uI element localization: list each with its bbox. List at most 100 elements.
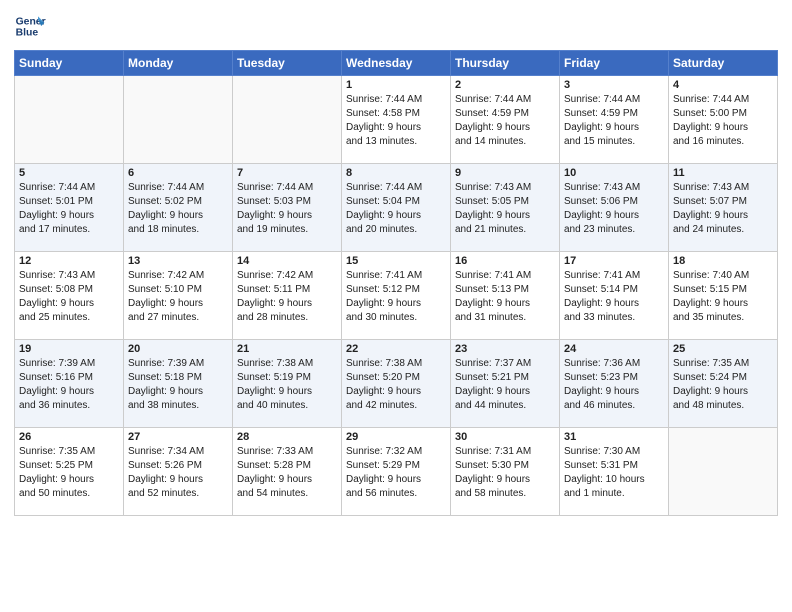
day-number: 24 [564,343,664,355]
calendar-cell: 11 Sunrise: 7:43 AM Sunset: 5:07 PM Dayli… [669,164,778,252]
day-number: 30 [455,431,555,443]
day-number: 22 [346,343,446,355]
day-info: Sunrise: 7:44 AM Sunset: 5:00 PM Dayligh… [673,93,773,149]
calendar-header-wednesday: Wednesday [342,51,451,76]
calendar-header-thursday: Thursday [451,51,560,76]
calendar-header-saturday: Saturday [669,51,778,76]
day-number: 15 [346,255,446,267]
day-number: 18 [673,255,773,267]
day-info: Sunrise: 7:40 AM Sunset: 5:15 PM Dayligh… [673,269,773,325]
calendar: SundayMondayTuesdayWednesdayThursdayFrid… [14,50,778,516]
calendar-cell: 23 Sunrise: 7:37 AM Sunset: 5:21 PM Dayli… [451,340,560,428]
day-info: Sunrise: 7:44 AM Sunset: 4:59 PM Dayligh… [564,93,664,149]
calendar-cell: 25Sunrise: 7:35 AM Sunset: 5:24 PM Dayli… [669,340,778,428]
day-info: Sunrise: 7:44 AM Sunset: 5:03 PM Dayligh… [237,181,337,237]
calendar-week-row: 12 Sunrise: 7:43 AM Sunset: 5:08 PM Dayli… [15,252,778,340]
day-info: Sunrise: 7:38 AM Sunset: 5:20 PM Dayligh… [346,357,446,413]
day-info: Sunrise: 7:39 AM Sunset: 5:18 PM Dayligh… [128,357,228,413]
day-info: Sunrise: 7:44 AM Sunset: 5:02 PM Dayligh… [128,181,228,237]
day-info: Sunrise: 7:42 AM Sunset: 5:11 PM Dayligh… [237,269,337,325]
day-number: 17 [564,255,664,267]
logo: General Blue [14,10,46,42]
calendar-week-row: 1Sunrise: 7:44 AM Sunset: 4:58 PM Daylig… [15,76,778,164]
day-info: Sunrise: 7:35 AM Sunset: 5:25 PM Dayligh… [19,445,119,501]
day-number: 31 [564,431,664,443]
day-number: 12 [19,255,119,267]
day-info: Sunrise: 7:34 AM Sunset: 5:26 PM Dayligh… [128,445,228,501]
day-info: Sunrise: 7:37 AM Sunset: 5:21 PM Dayligh… [455,357,555,413]
day-number: 3 [564,79,664,91]
day-info: Sunrise: 7:41 AM Sunset: 5:14 PM Dayligh… [564,269,664,325]
day-info: Sunrise: 7:42 AM Sunset: 5:10 PM Dayligh… [128,269,228,325]
day-info: Sunrise: 7:35 AM Sunset: 5:24 PM Dayligh… [673,357,773,413]
day-number: 2 [455,79,555,91]
calendar-cell: 14 Sunrise: 7:42 AM Sunset: 5:11 PM Dayli… [233,252,342,340]
calendar-cell: 13 Sunrise: 7:42 AM Sunset: 5:10 PM Dayli… [124,252,233,340]
calendar-cell: 19Sunrise: 7:39 AM Sunset: 5:16 PM Dayli… [15,340,124,428]
day-info: Sunrise: 7:43 AM Sunset: 5:08 PM Dayligh… [19,269,119,325]
calendar-cell: 29Sunrise: 7:32 AM Sunset: 5:29 PM Dayli… [342,428,451,516]
calendar-cell: 5 Sunrise: 7:44 AM Sunset: 5:01 PM Daylig… [15,164,124,252]
day-info: Sunrise: 7:44 AM Sunset: 4:58 PM Dayligh… [346,93,446,149]
calendar-cell: 3 Sunrise: 7:44 AM Sunset: 4:59 PM Daylig… [560,76,669,164]
day-number: 16 [455,255,555,267]
page: General Blue SundayMondayTuesdayWednesda… [0,0,792,612]
day-info: Sunrise: 7:31 AM Sunset: 5:30 PM Dayligh… [455,445,555,501]
calendar-header-sunday: Sunday [15,51,124,76]
day-number: 10 [564,167,664,179]
day-number: 9 [455,167,555,179]
day-number: 21 [237,343,337,355]
calendar-cell: 17 Sunrise: 7:41 AM Sunset: 5:14 PM Dayli… [560,252,669,340]
day-info: Sunrise: 7:44 AM Sunset: 5:01 PM Dayligh… [19,181,119,237]
calendar-cell: 24 Sunrise: 7:36 AM Sunset: 5:23 PM Dayli… [560,340,669,428]
day-number: 4 [673,79,773,91]
calendar-cell [15,76,124,164]
calendar-cell [124,76,233,164]
calendar-cell: 30 Sunrise: 7:31 AM Sunset: 5:30 PM Dayli… [451,428,560,516]
day-number: 26 [19,431,119,443]
calendar-cell [669,428,778,516]
svg-text:Blue: Blue [16,28,39,39]
calendar-cell: 21 Sunrise: 7:38 AM Sunset: 5:19 PM Dayli… [233,340,342,428]
day-number: 8 [346,167,446,179]
day-info: Sunrise: 7:38 AM Sunset: 5:19 PM Dayligh… [237,357,337,413]
calendar-cell: 7 Sunrise: 7:44 AM Sunset: 5:03 PM Daylig… [233,164,342,252]
day-info: Sunrise: 7:39 AM Sunset: 5:16 PM Dayligh… [19,357,119,413]
day-number: 29 [346,431,446,443]
day-number: 20 [128,343,228,355]
calendar-header-row: SundayMondayTuesdayWednesdayThursdayFrid… [15,51,778,76]
day-info: Sunrise: 7:43 AM Sunset: 5:06 PM Dayligh… [564,181,664,237]
day-info: Sunrise: 7:44 AM Sunset: 4:59 PM Dayligh… [455,93,555,149]
calendar-cell: 10 Sunrise: 7:43 AM Sunset: 5:06 PM Dayli… [560,164,669,252]
header: General Blue [14,10,778,42]
calendar-cell: 31 Sunrise: 7:30 AM Sunset: 5:31 PM Dayli… [560,428,669,516]
day-number: 11 [673,167,773,179]
calendar-week-row: 26 Sunrise: 7:35 AM Sunset: 5:25 PM Dayli… [15,428,778,516]
day-info: Sunrise: 7:30 AM Sunset: 5:31 PM Dayligh… [564,445,664,501]
calendar-cell: 8Sunrise: 7:44 AM Sunset: 5:04 PM Daylig… [342,164,451,252]
calendar-week-row: 19Sunrise: 7:39 AM Sunset: 5:16 PM Dayli… [15,340,778,428]
calendar-cell: 18 Sunrise: 7:40 AM Sunset: 5:15 PM Dayli… [669,252,778,340]
day-number: 7 [237,167,337,179]
day-info: Sunrise: 7:36 AM Sunset: 5:23 PM Dayligh… [564,357,664,413]
day-info: Sunrise: 7:43 AM Sunset: 5:07 PM Dayligh… [673,181,773,237]
calendar-cell: 12 Sunrise: 7:43 AM Sunset: 5:08 PM Dayli… [15,252,124,340]
calendar-cell: 27Sunrise: 7:34 AM Sunset: 5:26 PM Dayli… [124,428,233,516]
calendar-cell: 16 Sunrise: 7:41 AM Sunset: 5:13 PM Dayli… [451,252,560,340]
day-info: Sunrise: 7:41 AM Sunset: 5:12 PM Dayligh… [346,269,446,325]
calendar-header-tuesday: Tuesday [233,51,342,76]
calendar-cell: 22 Sunrise: 7:38 AM Sunset: 5:20 PM Dayli… [342,340,451,428]
day-info: Sunrise: 7:43 AM Sunset: 5:05 PM Dayligh… [455,181,555,237]
day-number: 13 [128,255,228,267]
calendar-cell: 9 Sunrise: 7:43 AM Sunset: 5:05 PM Daylig… [451,164,560,252]
day-info: Sunrise: 7:33 AM Sunset: 5:28 PM Dayligh… [237,445,337,501]
day-number: 14 [237,255,337,267]
calendar-cell: 28 Sunrise: 7:33 AM Sunset: 5:28 PM Dayli… [233,428,342,516]
day-info: Sunrise: 7:41 AM Sunset: 5:13 PM Dayligh… [455,269,555,325]
calendar-cell: 1Sunrise: 7:44 AM Sunset: 4:58 PM Daylig… [342,76,451,164]
day-number: 28 [237,431,337,443]
day-number: 23 [455,343,555,355]
day-number: 5 [19,167,119,179]
calendar-cell: 26 Sunrise: 7:35 AM Sunset: 5:25 PM Dayli… [15,428,124,516]
calendar-cell [233,76,342,164]
